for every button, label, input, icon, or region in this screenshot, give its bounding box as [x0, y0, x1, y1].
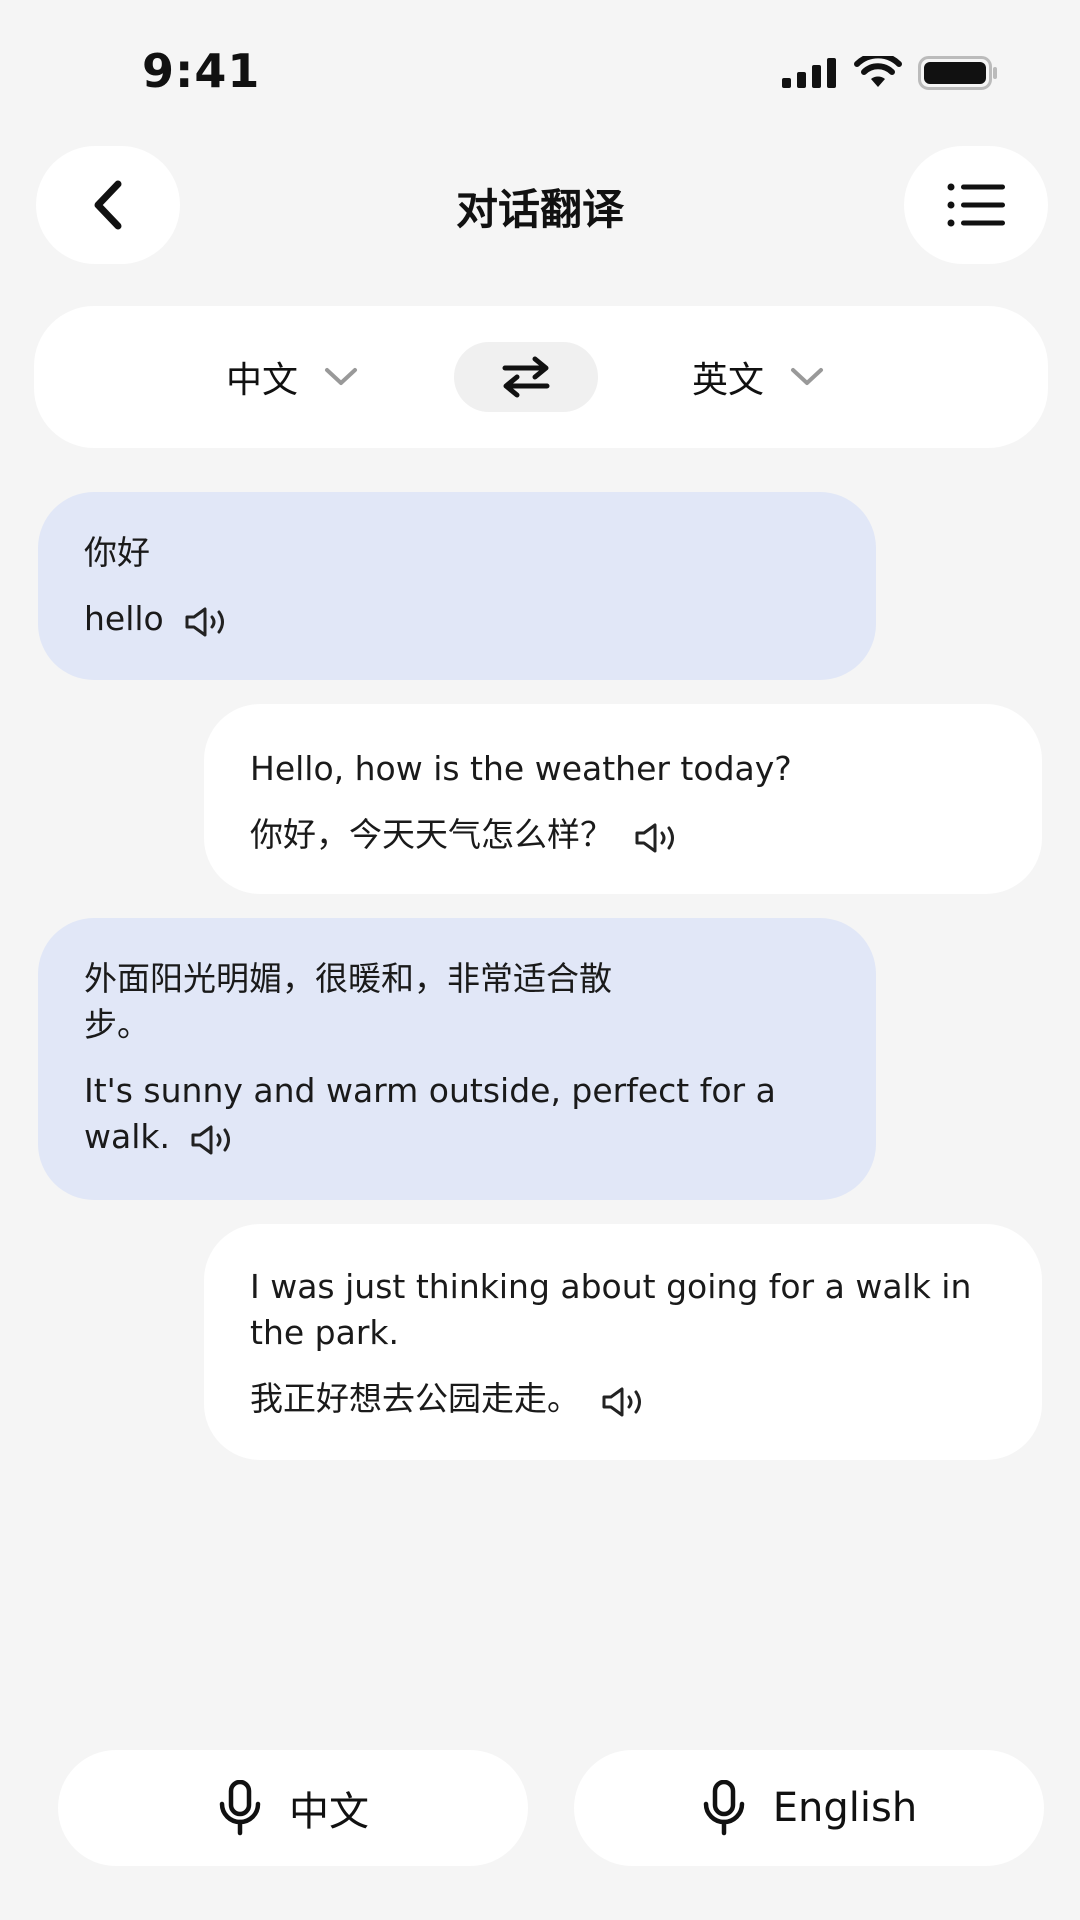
- speaker-icon[interactable]: [601, 1384, 651, 1430]
- status-time: 9:41: [142, 44, 261, 98]
- chevron-down-icon: [791, 368, 824, 385]
- language-bar: 中文 英文: [34, 306, 1048, 448]
- message-translation-text: It's sunny and warm outside, perfect for…: [84, 1071, 776, 1156]
- speaker-icon[interactable]: [634, 820, 684, 866]
- message-bubble: 你好 hello: [38, 492, 876, 680]
- message-source-text: 外面阳光明媚，很暖和，非常适合散步。: [84, 959, 612, 1044]
- target-language-select[interactable]: 英文: [692, 306, 824, 448]
- source-language-label: 中文: [226, 360, 299, 401]
- status-icons: [782, 56, 998, 90]
- menu-button[interactable]: [904, 146, 1048, 264]
- speaker-icon[interactable]: [184, 604, 234, 650]
- message-bubble: I was just thinking about going for a wa…: [204, 1224, 1042, 1460]
- mic-chinese-button[interactable]: 中文: [58, 1750, 528, 1866]
- cellular-signal-icon: [782, 58, 836, 88]
- message-translation-text: hello: [84, 599, 164, 638]
- message-bubble: Hello, how is the weather today? 你好，今天天气…: [204, 704, 1042, 894]
- mic-english-button[interactable]: English: [574, 1750, 1044, 1866]
- swap-arrows-icon: [502, 356, 550, 398]
- message-source-text: 你好: [84, 533, 150, 572]
- speaker-icon[interactable]: [190, 1122, 240, 1168]
- source-language-select[interactable]: 中文: [226, 306, 358, 448]
- message-translation-text: 我正好想去公园走走。: [250, 1379, 580, 1418]
- chevron-down-icon: [325, 368, 358, 385]
- message-bubble: 外面阳光明媚，很暖和，非常适合散步。 It's sunny and warm o…: [38, 918, 876, 1200]
- battery-icon: [918, 56, 997, 90]
- message-translation-text: 你好，今天天气怎么样？: [250, 815, 613, 854]
- swap-language-button[interactable]: [454, 342, 598, 412]
- microphone-icon: [703, 1780, 745, 1836]
- list-icon: [947, 183, 1005, 227]
- message-source-text: Hello, how is the weather today?: [250, 749, 792, 788]
- mic-english-label: English: [772, 1785, 918, 1831]
- target-language-label: 英文: [692, 360, 765, 401]
- message-source-text: I was just thinking about going for a wa…: [250, 1267, 972, 1352]
- mic-chinese-label: 中文: [289, 1789, 369, 1835]
- wifi-icon: [854, 56, 902, 87]
- status-bar: 9:41: [0, 0, 1080, 150]
- microphone-icon: [219, 1780, 261, 1836]
